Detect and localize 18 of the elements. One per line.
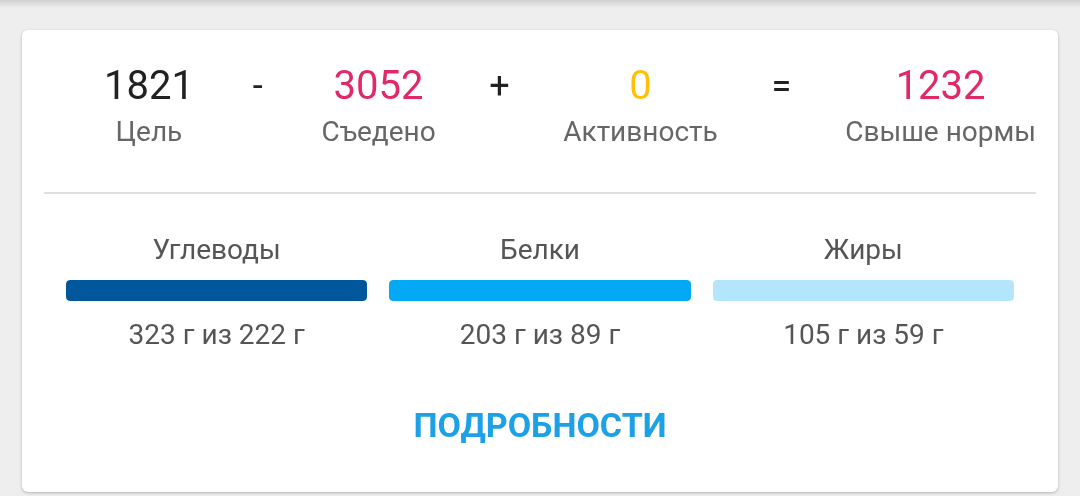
macro-label: Жиры <box>823 232 903 268</box>
operator-sign: - <box>251 64 264 109</box>
macro-label: Белки <box>500 232 580 268</box>
calorie-value: 0 <box>629 61 652 111</box>
calorie-value: 1821 <box>104 61 194 111</box>
macro-amount: 323 г из 222 г <box>128 317 305 353</box>
details-button[interactable]: ПОДРОБНОСТИ <box>403 401 677 449</box>
operator-sign: + <box>488 64 511 109</box>
operator-sign: = <box>770 64 793 109</box>
macro-label: Углеводы <box>152 232 281 268</box>
macro-amount: 203 г из 89 г <box>459 317 621 353</box>
calorie-label: Свыше нормы <box>845 114 1036 150</box>
calorie-value: 3052 <box>333 61 424 111</box>
calorie-label: Активность <box>563 114 718 150</box>
calorie-label: Съедено <box>321 114 436 150</box>
calorie-value: 1232 <box>895 61 986 111</box>
calorie-label: Цель <box>115 114 183 150</box>
macro-amount: 105 г из 59 г <box>783 317 944 353</box>
